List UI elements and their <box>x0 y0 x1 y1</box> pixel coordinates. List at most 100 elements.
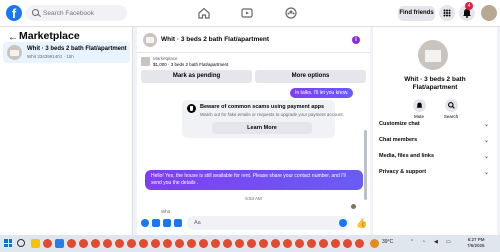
sticker-icon[interactable] <box>163 219 171 227</box>
media-files-links-label: Media, files and links <box>379 153 435 159</box>
chat-title[interactable]: Whit · 3 beds 2 bath Flat/apartment <box>161 36 269 43</box>
chrome-icon[interactable] <box>295 239 304 248</box>
search-box[interactable] <box>26 5 127 21</box>
outgoing-message: In talks. I'll let you know. <box>290 88 354 98</box>
chrome-icon[interactable] <box>355 239 364 248</box>
chrome-icon[interactable] <box>211 239 220 248</box>
plus-icon[interactable] <box>141 219 149 227</box>
emoji-icon[interactable] <box>339 219 347 227</box>
video-icon[interactable] <box>240 6 254 20</box>
clock-date: 7/6/2025 <box>467 243 485 248</box>
image-icon[interactable] <box>152 219 160 227</box>
listing-thumbnail <box>7 45 22 60</box>
chrome-icon[interactable] <box>139 239 148 248</box>
marketplace-label: Marketplace <box>153 56 178 61</box>
chrome-icon[interactable] <box>223 239 232 248</box>
network-icon[interactable]: ◔ <box>422 239 425 245</box>
listing-image[interactable] <box>141 57 150 66</box>
like-icon[interactable]: 👍 <box>356 218 367 229</box>
chrome-icon[interactable] <box>319 239 328 248</box>
windows-start-icon[interactable] <box>4 239 12 247</box>
chrome-icon[interactable] <box>283 239 292 248</box>
chrome-icon[interactable] <box>43 239 52 248</box>
chrome-icon[interactable] <box>187 239 196 248</box>
chat-scrollbar[interactable] <box>364 130 367 200</box>
conversation-avatar[interactable] <box>418 40 448 70</box>
chrome-icon[interactable] <box>67 239 76 248</box>
mark-as-pending-button[interactable]: Mark as pending <box>141 70 252 83</box>
chrome-icon[interactable] <box>235 239 244 248</box>
top-navigation-bar: f Find friends 4 <box>0 0 500 27</box>
chrome-icon[interactable] <box>199 239 208 248</box>
sidebar-title: Marketplace <box>19 30 80 42</box>
chrome-icon[interactable] <box>151 239 160 248</box>
search-label: Search <box>443 114 459 119</box>
scam-warning-card: Beware of common scams using payment app… <box>182 100 344 138</box>
privacy-support-item[interactable]: Privacy & support ⌄ <box>379 169 491 176</box>
chrome-icon[interactable] <box>271 239 280 248</box>
chevron-down-icon: ⌄ <box>483 122 489 128</box>
chrome-icon[interactable] <box>79 239 88 248</box>
chrome-icon[interactable] <box>343 239 352 248</box>
file-explorer-icon[interactable] <box>31 239 40 248</box>
chrome-icon[interactable] <box>247 239 256 248</box>
find-friends-button[interactable]: Find friends <box>398 6 435 21</box>
groups-icon[interactable] <box>284 6 298 20</box>
message-timestamp: 6:53 AM <box>245 196 262 201</box>
message-input[interactable]: Aa <box>187 216 349 230</box>
more-options-button[interactable]: More options <box>255 70 366 83</box>
bell-icon[interactable] <box>412 99 426 112</box>
weather-temperature[interactable]: 39°C <box>382 239 393 245</box>
conversation-details-panel: Whit · 3 beds 2 bath Flat/apartment Mute… <box>373 27 497 235</box>
notification-badge: 4 <box>465 2 473 10</box>
scam-warning-text: Watch out for fake emails or requests to… <box>200 112 344 117</box>
chevron-down-icon: ⌄ <box>483 170 489 176</box>
chrome-icon[interactable] <box>331 239 340 248</box>
weather-icon[interactable] <box>370 239 379 248</box>
media-files-links-item[interactable]: Media, files and links ⌄ <box>379 153 491 160</box>
taskbar-clock[interactable]: 6:27 PM 7/6/2025 <box>467 237 485 249</box>
chrome-icon[interactable] <box>115 239 124 248</box>
chevron-down-icon: ⌄ <box>483 138 489 144</box>
mute-label: Mute <box>413 114 424 119</box>
listing-price-title[interactable]: $1,000 · 3 beds 2 bath Flat/apartment <box>153 62 228 67</box>
chat-thumbnail[interactable] <box>143 33 157 47</box>
gif-icon[interactable] <box>174 219 182 227</box>
customize-chat-item[interactable]: Customize chat ⌄ <box>379 121 491 128</box>
scam-warning-title: Beware of common scams using payment app… <box>200 104 325 110</box>
taskbar-search-icon[interactable] <box>17 239 25 247</box>
chat-members-item[interactable]: Chat members ⌄ <box>379 137 491 144</box>
menu-grid-icon <box>443 9 451 17</box>
chrome-icon[interactable] <box>127 239 136 248</box>
conversation-title: Whit · 3 beds 2 bath Flat/apartment <box>27 46 127 52</box>
battery-icon[interactable]: ▭ <box>446 239 451 245</box>
conversation-list-item[interactable]: Whit · 3 beds 2 bath Flat/apartment Whit… <box>3 42 130 63</box>
search-input[interactable] <box>43 7 123 19</box>
conversation-preview: Whit 3343991401 · 15h <box>27 54 74 59</box>
message-thread: In talks. I'll let you know. Beware of c… <box>137 87 370 215</box>
chrome-icon[interactable] <box>175 239 184 248</box>
info-icon[interactable]: i <box>352 36 360 44</box>
chrome-icon[interactable] <box>259 239 268 248</box>
profile-avatar[interactable] <box>481 5 497 21</box>
volume-icon[interactable]: ◀ <box>434 239 438 245</box>
taskbar-app-icon[interactable] <box>55 239 64 248</box>
messenger-button[interactable] <box>439 5 455 21</box>
home-icon[interactable] <box>197 6 211 20</box>
shield-icon <box>187 104 196 113</box>
facebook-logo-icon[interactable]: f <box>6 5 22 21</box>
chat-members-label: Chat members <box>379 137 418 143</box>
chevron-down-icon: ⌄ <box>483 154 489 160</box>
outgoing-message: Hello! Yes, the house is still available… <box>145 170 363 190</box>
tray-chevron-icon[interactable]: ⌃ <box>410 239 414 245</box>
chrome-icon[interactable] <box>91 239 100 248</box>
search-action[interactable]: Search <box>436 99 466 119</box>
marketplace-sidebar: ← Marketplace Whit · 3 beds 2 bath Flat/… <box>0 27 133 235</box>
chrome-icon[interactable] <box>163 239 172 248</box>
search-icon <box>32 9 39 16</box>
chrome-icon[interactable] <box>103 239 112 248</box>
mute-action[interactable]: Mute <box>404 99 434 119</box>
chrome-icon[interactable] <box>307 239 316 248</box>
search-icon[interactable] <box>444 99 458 112</box>
learn-more-button[interactable]: Learn More <box>212 122 312 134</box>
